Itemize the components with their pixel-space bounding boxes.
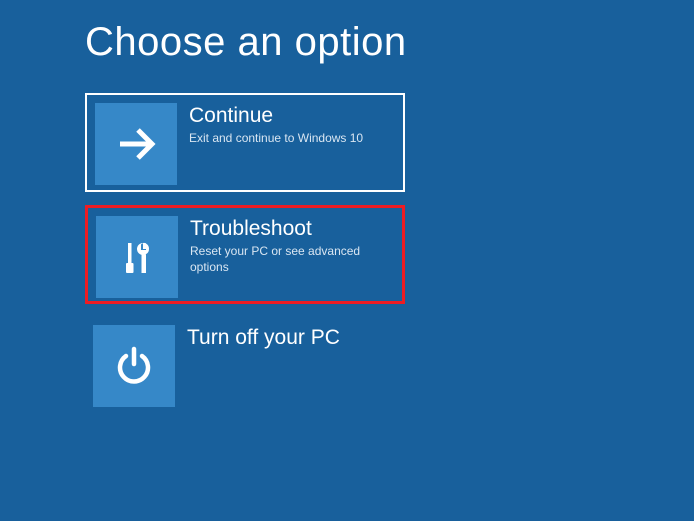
turnoff-title: Turn off your PC [187,325,340,350]
continue-option[interactable]: Continue Exit and continue to Windows 10 [85,93,405,192]
continue-subtitle: Exit and continue to Windows 10 [189,131,363,147]
page-title: Choose an option [85,20,694,65]
troubleshoot-title: Troubleshoot [190,216,394,241]
troubleshoot-subtitle: Reset your PC or see advanced options [190,244,394,275]
tools-icon [96,216,178,298]
power-icon [93,325,175,407]
arrow-right-icon [95,103,177,185]
troubleshoot-option[interactable]: Troubleshoot Reset your PC or see advanc… [85,205,405,304]
continue-title: Continue [189,103,363,128]
turnoff-option[interactable]: Turn off your PC [85,317,405,416]
